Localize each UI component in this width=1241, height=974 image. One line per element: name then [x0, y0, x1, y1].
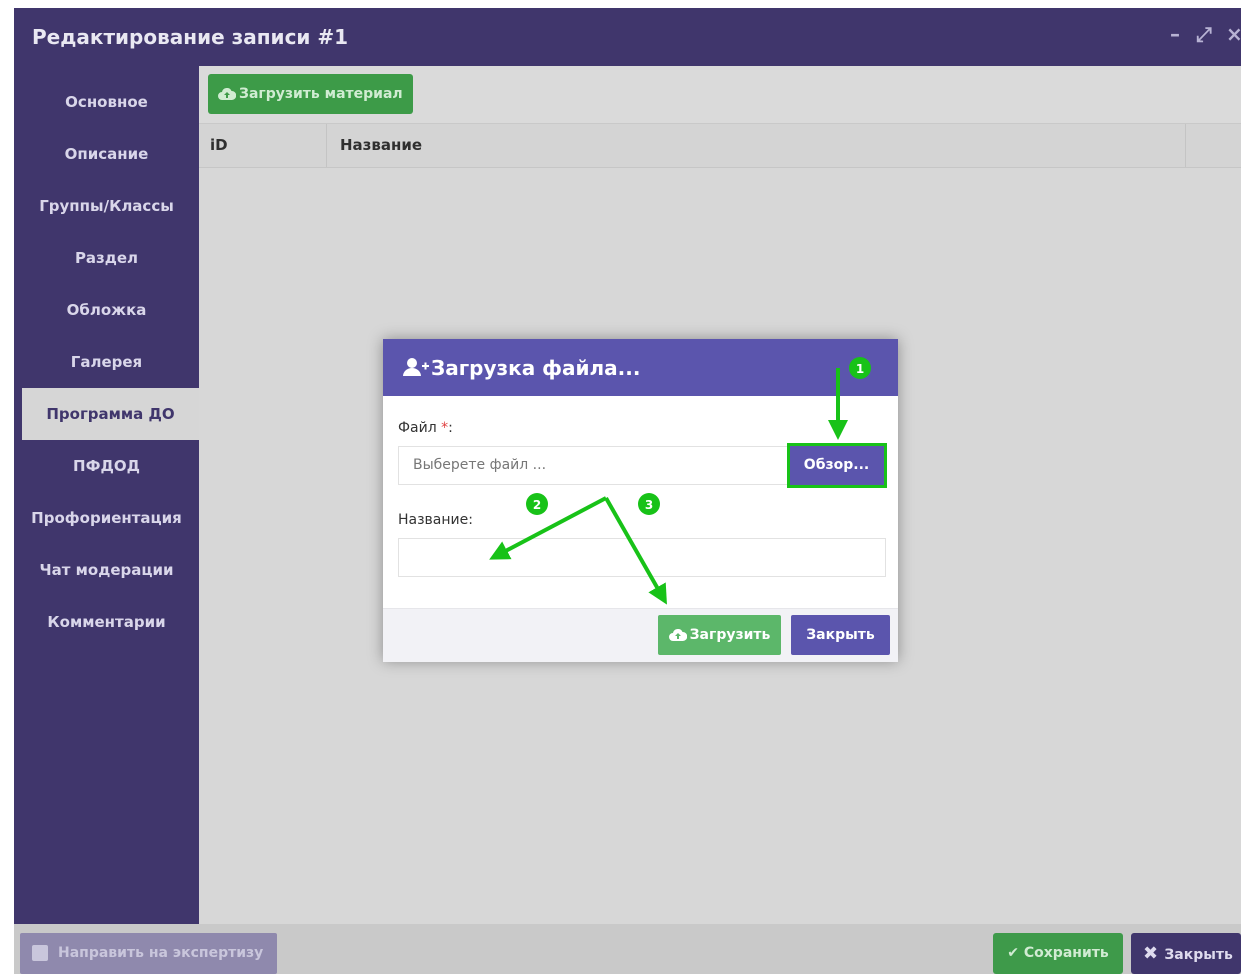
minimize-icon[interactable]: – [1170, 22, 1180, 46]
window-title: Редактирование записи #1 [32, 25, 349, 49]
user-plus-icon [403, 358, 429, 376]
toolbar: Загрузить материал [199, 66, 1241, 123]
modal-header: Загрузка файла... [383, 339, 898, 396]
column-divider [1185, 124, 1186, 167]
check-icon: ✔ [1007, 945, 1024, 961]
file-upload-modal: Загрузка файла... Файл *: Выберете файл … [383, 339, 898, 662]
name-label: Название: [398, 512, 473, 528]
modal-title: Загрузка файла... [431, 356, 641, 380]
column-divider [326, 124, 327, 167]
table-header: iD Название [199, 123, 1241, 168]
column-name[interactable]: Название [340, 124, 422, 167]
sidebar-item-program[interactable]: Программа ДО [22, 388, 199, 440]
send-to-expertise-button[interactable]: Направить на экспертизу [20, 933, 277, 974]
upload-label: Загрузить [689, 627, 771, 643]
sidebar-item-main[interactable]: Основное [14, 76, 199, 128]
cloud-upload-icon [218, 87, 236, 100]
close-button[interactable]: ✖ Закрыть [1131, 933, 1241, 974]
sidebar-item-gallery[interactable]: Галерея [14, 336, 199, 388]
modal-body: Файл *: Выберете файл ... Обзор... Назва… [383, 396, 898, 608]
sidebar: Основное Описание Группы/Классы Раздел О… [14, 66, 199, 924]
save-button[interactable]: ✔ Сохранить [993, 933, 1123, 974]
footer-bar: Направить на экспертизу ✔ Сохранить ✖ За… [14, 924, 1241, 974]
sidebar-item-pfdod[interactable]: ПФДОД [14, 440, 199, 492]
sidebar-item-career[interactable]: Профориентация [14, 492, 199, 544]
upload-material-button[interactable]: Загрузить материал [208, 74, 413, 114]
window-titlebar: Редактирование записи #1 – ⤢ × [14, 8, 1241, 66]
browse-highlight-frame [787, 443, 887, 488]
sidebar-item-cover[interactable]: Обложка [14, 284, 199, 336]
save-label: Сохранить [1023, 945, 1109, 961]
sidebar-item-section[interactable]: Раздел [14, 232, 199, 284]
expertise-label: Направить на экспертизу [58, 945, 264, 961]
file-label: Файл *: [398, 420, 453, 436]
document-icon [32, 945, 48, 961]
name-input[interactable] [398, 538, 886, 577]
close-label: Закрыть [1164, 947, 1233, 963]
maximize-icon[interactable]: ⤢ [1196, 22, 1212, 46]
sidebar-item-moderation-chat[interactable]: Чат модерации [14, 544, 199, 596]
cloud-upload-icon [668, 628, 687, 641]
x-icon: ✖ [1143, 943, 1165, 964]
modal-close-button[interactable]: Закрыть [791, 615, 890, 655]
sidebar-item-comments[interactable]: Комментарии [14, 596, 199, 648]
upload-button[interactable]: Загрузить [658, 615, 781, 655]
modal-footer: Загрузить Закрыть [383, 608, 898, 662]
column-id[interactable]: iD [210, 124, 228, 167]
close-icon[interactable]: × [1226, 22, 1241, 46]
sidebar-item-description[interactable]: Описание [14, 128, 199, 180]
file-input[interactable]: Выберете файл ... [398, 446, 788, 485]
upload-material-label: Загрузить материал [239, 86, 403, 102]
sidebar-item-groups[interactable]: Группы/Классы [14, 180, 199, 232]
